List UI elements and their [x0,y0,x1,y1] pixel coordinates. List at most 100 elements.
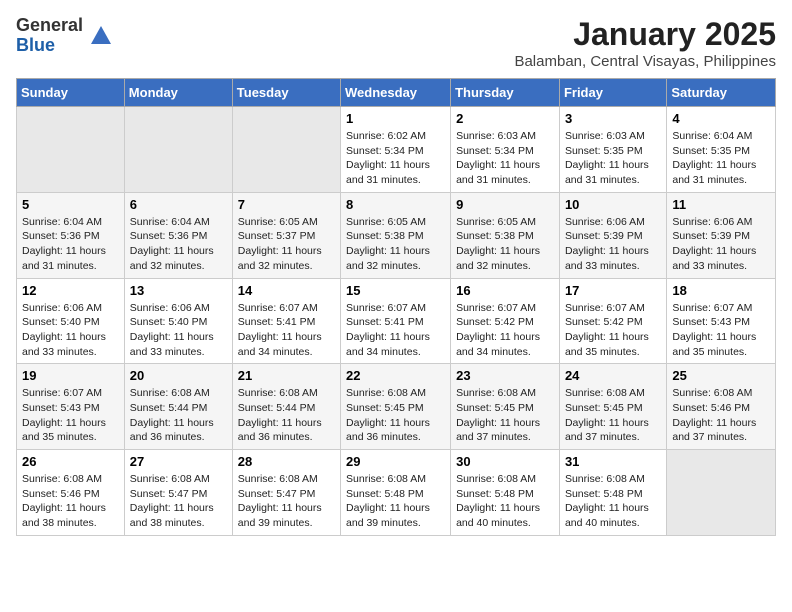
day-number: 19 [22,368,119,383]
day-cell: 17Sunrise: 6:07 AMSunset: 5:42 PMDayligh… [559,278,666,364]
column-header-monday: Monday [124,79,232,107]
day-number: 6 [130,197,227,212]
day-cell: 7 Sunrise: 6:05 AMSunset: 5:37 PMDaylight… [232,192,340,278]
day-cell: 16 Sunrise: 6:07 AMSunset: 5:42 PMDayligh… [451,278,560,364]
day-cell: 30Sunrise: 6:08 AMSunset: 5:48 PMDayligh… [451,450,560,536]
day-number: 10 [565,197,661,212]
logo-general: General [16,16,83,36]
day-cell: 9Sunrise: 6:05 AMSunset: 5:38 PMDaylight… [451,192,560,278]
day-number: 18 [672,283,770,298]
day-info: Sunrise: 6:03 AMSunset: 5:34 PMDaylight:… [456,130,540,186]
column-header-tuesday: Tuesday [232,79,340,107]
calendar-table: SundayMondayTuesdayWednesdayThursdayFrid… [16,78,776,536]
day-info: Sunrise: 6:04 AMSunset: 5:36 PMDaylight:… [22,216,106,272]
day-cell: 23 Sunrise: 6:08 AMSunset: 5:45 PMDayligh… [451,364,560,450]
day-info: Sunrise: 6:07 AMSunset: 5:43 PMDaylight:… [672,302,756,358]
column-header-saturday: Saturday [667,79,776,107]
logo-blue: Blue [16,36,83,56]
day-info: Sunrise: 6:08 AMSunset: 5:44 PMDaylight:… [238,387,322,443]
day-info: Sunrise: 6:07 AMSunset: 5:41 PMDaylight:… [346,302,430,358]
day-cell: 22 Sunrise: 6:08 AMSunset: 5:45 PMDayligh… [341,364,451,450]
day-number: 8 [346,197,445,212]
title-block: January 2025 Balamban, Central Visayas, … [514,16,776,70]
day-cell: 12 Sunrise: 6:06 AMSunset: 5:40 PMDayligh… [17,278,125,364]
day-number: 13 [130,283,227,298]
day-number: 12 [22,283,119,298]
day-cell: 19 Sunrise: 6:07 AMSunset: 5:43 PMDayligh… [17,364,125,450]
day-cell: 14 Sunrise: 6:07 AMSunset: 5:41 PMDayligh… [232,278,340,364]
day-info: Sunrise: 6:03 AMSunset: 5:35 PMDaylight:… [565,130,649,186]
day-info: Sunrise: 6:05 AMSunset: 5:37 PMDaylight:… [238,216,322,272]
day-number: 31 [565,454,661,469]
day-cell: 20Sunrise: 6:08 AMSunset: 5:44 PMDayligh… [124,364,232,450]
day-info: Sunrise: 6:08 AMSunset: 5:45 PMDaylight:… [456,387,540,443]
day-cell: 31Sunrise: 6:08 AMSunset: 5:48 PMDayligh… [559,450,666,536]
day-number: 23 [456,368,554,383]
day-cell: 29 Sunrise: 6:08 AMSunset: 5:48 PMDayligh… [341,450,451,536]
week-row-5: 26Sunrise: 6:08 AMSunset: 5:46 PMDayligh… [17,450,776,536]
day-cell [232,107,340,193]
day-info: Sunrise: 6:07 AMSunset: 5:42 PMDaylight:… [565,302,649,358]
day-info: Sunrise: 6:08 AMSunset: 5:45 PMDaylight:… [346,387,430,443]
day-cell: 2Sunrise: 6:03 AMSunset: 5:34 PMDaylight… [451,107,560,193]
day-number: 22 [346,368,445,383]
day-cell: 13 Sunrise: 6:06 AMSunset: 5:40 PMDayligh… [124,278,232,364]
week-row-3: 12 Sunrise: 6:06 AMSunset: 5:40 PMDayligh… [17,278,776,364]
week-row-2: 5 Sunrise: 6:04 AMSunset: 5:36 PMDaylight… [17,192,776,278]
day-cell [667,450,776,536]
day-info: Sunrise: 6:08 AMSunset: 5:47 PMDaylight:… [238,473,322,529]
day-info: Sunrise: 6:06 AMSunset: 5:40 PMDaylight:… [130,302,214,358]
day-info: Sunrise: 6:07 AMSunset: 5:42 PMDaylight:… [456,302,540,358]
day-info: Sunrise: 6:06 AMSunset: 5:39 PMDaylight:… [565,216,649,272]
day-cell: 15 Sunrise: 6:07 AMSunset: 5:41 PMDayligh… [341,278,451,364]
day-cell: 5 Sunrise: 6:04 AMSunset: 5:36 PMDaylight… [17,192,125,278]
day-cell: 18 Sunrise: 6:07 AMSunset: 5:43 PMDayligh… [667,278,776,364]
day-info: Sunrise: 6:08 AMSunset: 5:46 PMDaylight:… [672,387,756,443]
day-info: Sunrise: 6:08 AMSunset: 5:44 PMDaylight:… [130,387,214,443]
day-number: 14 [238,283,335,298]
day-cell [17,107,125,193]
page-header: General Blue January 2025 Balamban, Cent… [16,16,776,70]
logo: General Blue [16,16,115,56]
week-row-4: 19 Sunrise: 6:07 AMSunset: 5:43 PMDayligh… [17,364,776,450]
day-number: 7 [238,197,335,212]
week-row-1: 1 Sunrise: 6:02 AMSunset: 5:34 PMDaylight… [17,107,776,193]
day-number: 21 [238,368,335,383]
day-cell [124,107,232,193]
day-number: 3 [565,111,661,126]
day-number: 4 [672,111,770,126]
day-info: Sunrise: 6:05 AMSunset: 5:38 PMDaylight:… [346,216,430,272]
column-header-friday: Friday [559,79,666,107]
day-number: 29 [346,454,445,469]
day-cell: 11Sunrise: 6:06 AMSunset: 5:39 PMDayligh… [667,192,776,278]
day-cell: 26Sunrise: 6:08 AMSunset: 5:46 PMDayligh… [17,450,125,536]
day-cell: 28Sunrise: 6:08 AMSunset: 5:47 PMDayligh… [232,450,340,536]
day-number: 15 [346,283,445,298]
day-number: 30 [456,454,554,469]
day-number: 5 [22,197,119,212]
column-header-thursday: Thursday [451,79,560,107]
day-info: Sunrise: 6:04 AMSunset: 5:36 PMDaylight:… [130,216,214,272]
day-info: Sunrise: 6:07 AMSunset: 5:43 PMDaylight:… [22,387,106,443]
day-cell: 8 Sunrise: 6:05 AMSunset: 5:38 PMDaylight… [341,192,451,278]
day-number: 25 [672,368,770,383]
header-row: SundayMondayTuesdayWednesdayThursdayFrid… [17,79,776,107]
day-cell: 21 Sunrise: 6:08 AMSunset: 5:44 PMDayligh… [232,364,340,450]
day-info: Sunrise: 6:08 AMSunset: 5:46 PMDaylight:… [22,473,106,529]
day-info: Sunrise: 6:06 AMSunset: 5:40 PMDaylight:… [22,302,106,358]
day-info: Sunrise: 6:07 AMSunset: 5:41 PMDaylight:… [238,302,322,358]
day-number: 1 [346,111,445,126]
day-info: Sunrise: 6:08 AMSunset: 5:48 PMDaylight:… [346,473,430,529]
day-info: Sunrise: 6:05 AMSunset: 5:38 PMDaylight:… [456,216,540,272]
day-number: 16 [456,283,554,298]
day-info: Sunrise: 6:06 AMSunset: 5:39 PMDaylight:… [672,216,756,272]
day-cell: 24 Sunrise: 6:08 AMSunset: 5:45 PMDayligh… [559,364,666,450]
day-cell: 4Sunrise: 6:04 AMSunset: 5:35 PMDaylight… [667,107,776,193]
day-cell: 1 Sunrise: 6:02 AMSunset: 5:34 PMDaylight… [341,107,451,193]
day-info: Sunrise: 6:02 AMSunset: 5:34 PMDaylight:… [346,130,430,186]
day-number: 24 [565,368,661,383]
day-info: Sunrise: 6:08 AMSunset: 5:45 PMDaylight:… [565,387,649,443]
day-cell: 3 Sunrise: 6:03 AMSunset: 5:35 PMDaylight… [559,107,666,193]
main-title: January 2025 [514,16,776,53]
day-cell: 6 Sunrise: 6:04 AMSunset: 5:36 PMDaylight… [124,192,232,278]
